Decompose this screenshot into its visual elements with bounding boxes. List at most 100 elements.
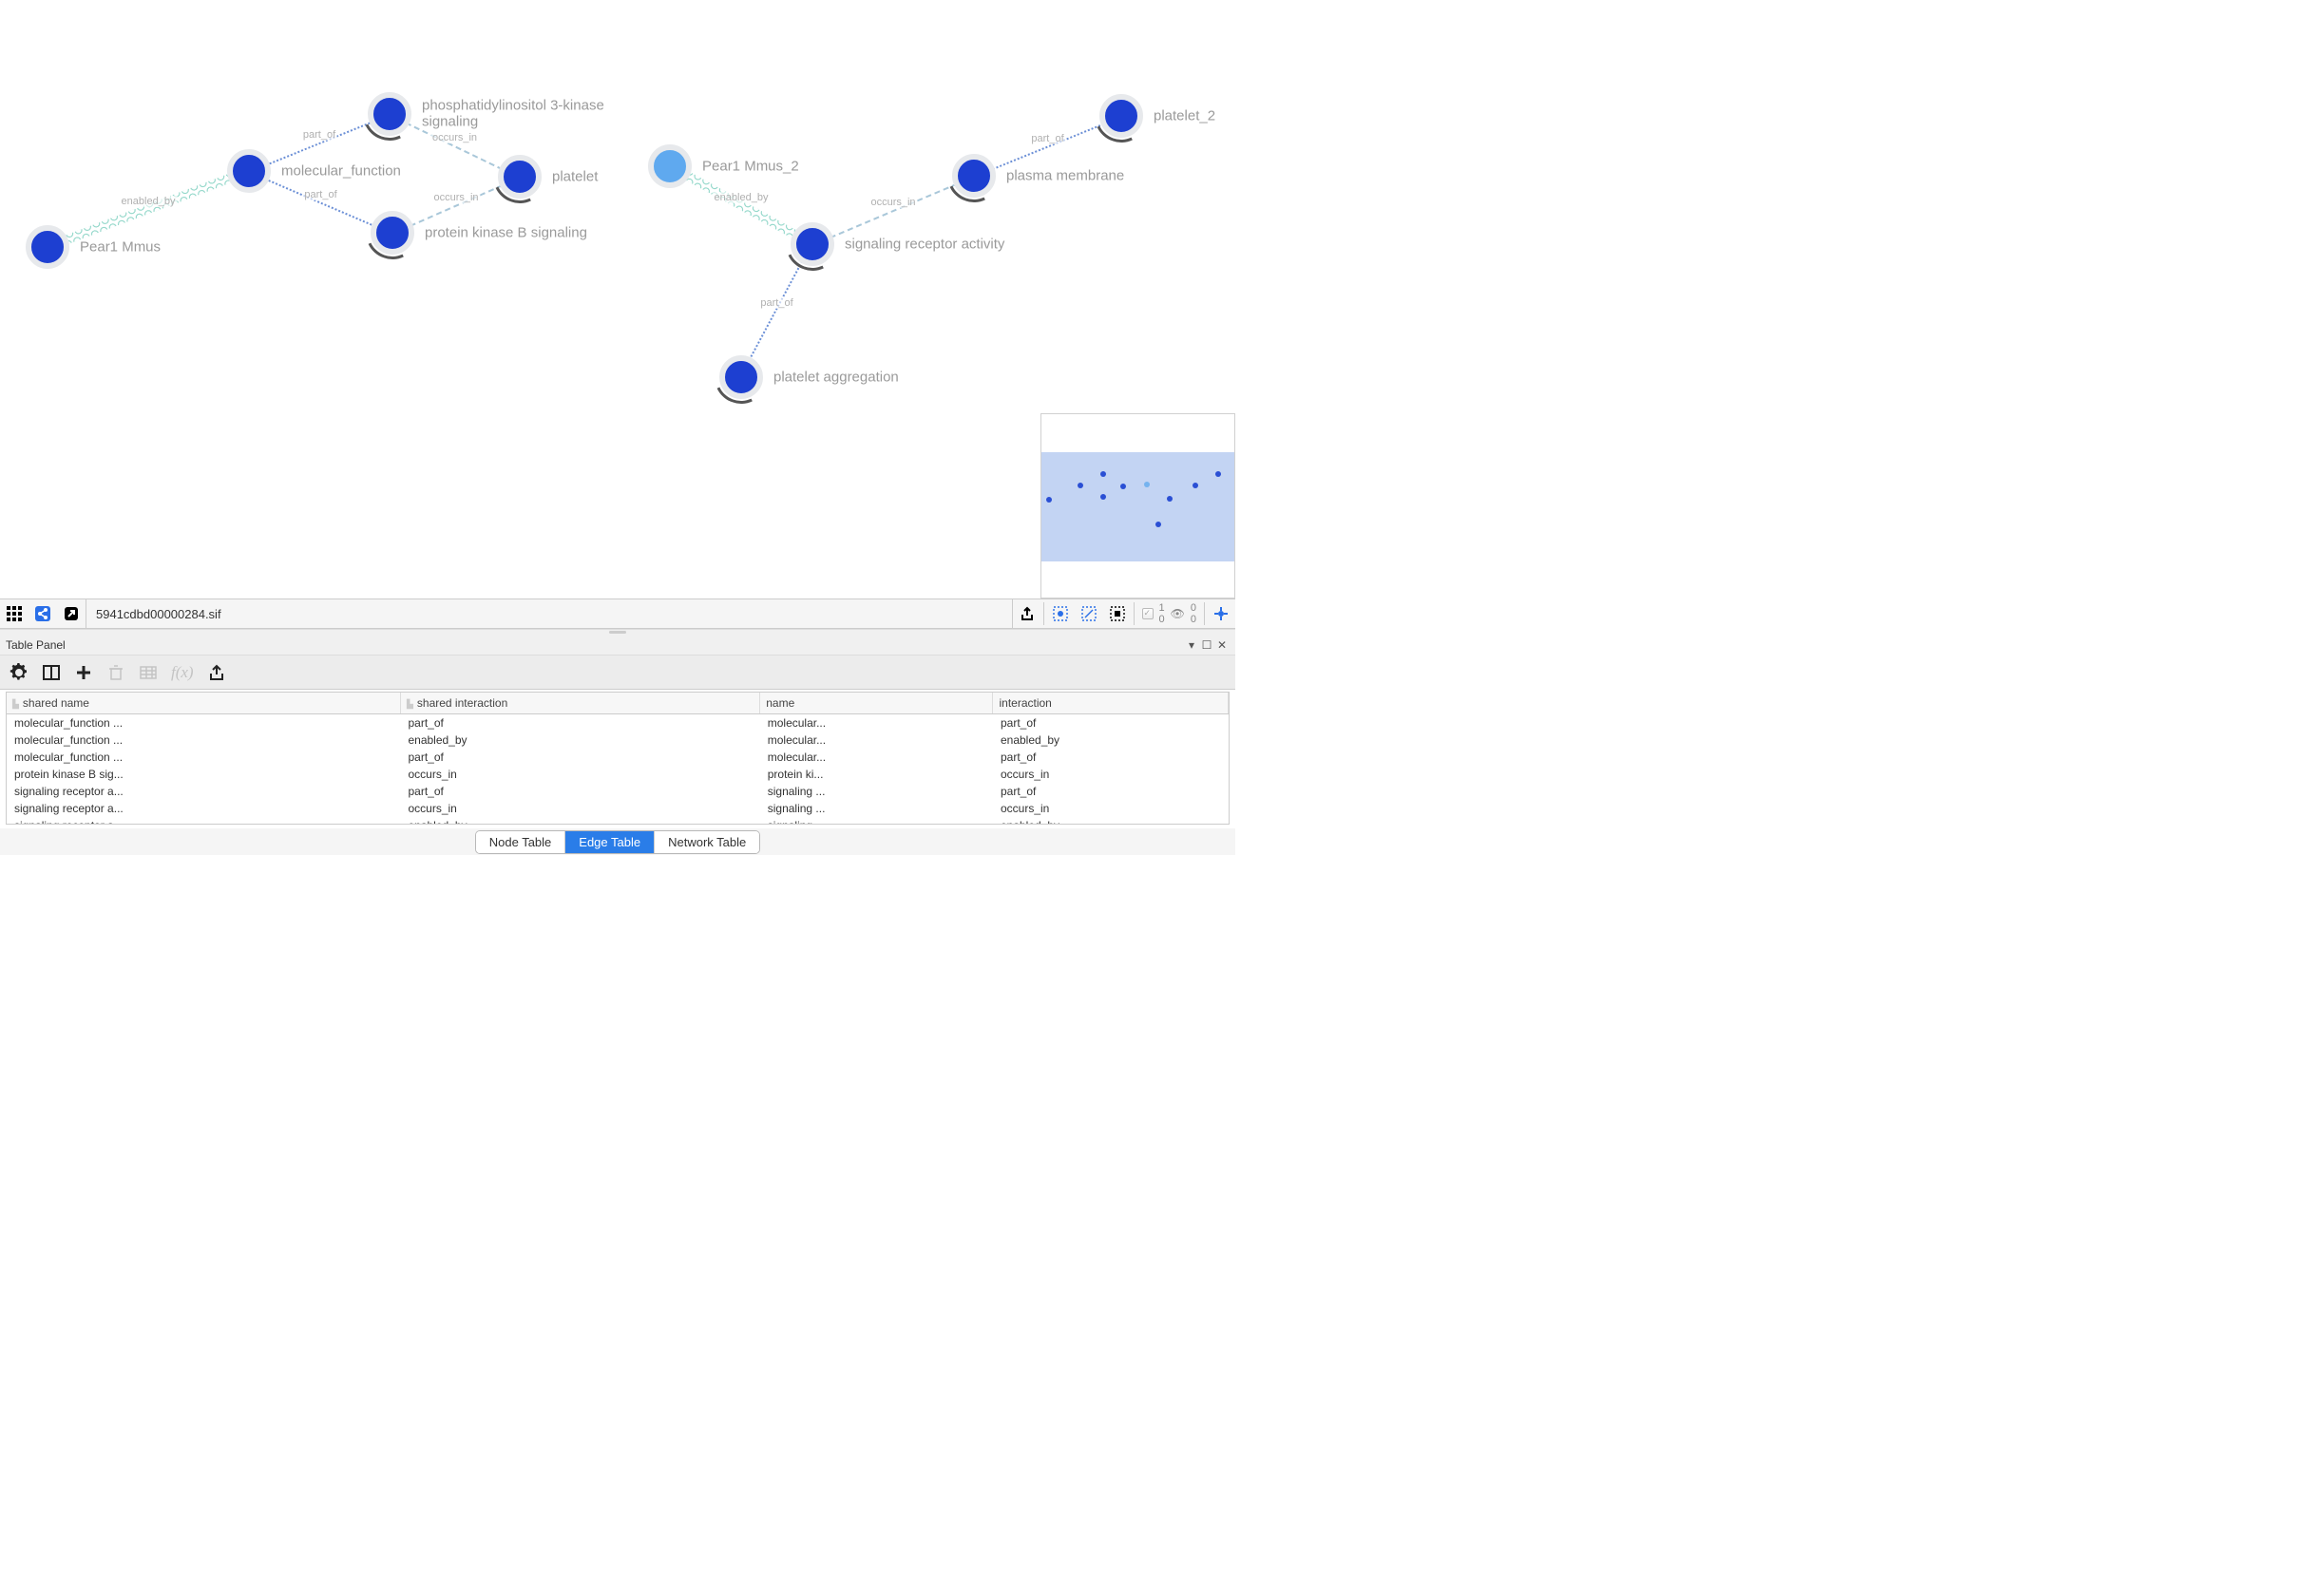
cell: signaling ...	[760, 783, 993, 800]
node-pagg[interactable]	[719, 355, 763, 399]
cell: molecular...	[760, 714, 993, 732]
export-icon[interactable]	[1013, 599, 1041, 628]
trash-icon	[106, 663, 125, 682]
cell: part_of	[993, 783, 1229, 800]
cell: molecular...	[760, 732, 993, 749]
minimap-dot	[1100, 471, 1106, 477]
maximize-icon[interactable]: ☐	[1199, 638, 1214, 652]
cell: signaling receptor a...	[7, 800, 400, 817]
cell: occurs_in	[993, 766, 1229, 783]
node-plat2[interactable]	[1099, 94, 1143, 138]
network-name: 5941cdbd00000284.sif	[86, 599, 1013, 628]
col-name[interactable]: name	[760, 693, 993, 714]
columns-icon[interactable]	[42, 663, 61, 682]
function-icon: f(x)	[171, 663, 194, 682]
cell: part_of	[993, 714, 1229, 732]
edge-label: part_of	[1029, 133, 1065, 144]
minimap-dot	[1167, 496, 1173, 502]
minimap-dot	[1144, 482, 1150, 487]
col-shared-interaction[interactable]: ▙shared interaction	[400, 693, 759, 714]
table-row[interactable]: molecular_function ...part_ofmolecular..…	[7, 714, 1229, 732]
table-row[interactable]: molecular_function ...part_ofmolecular..…	[7, 749, 1229, 766]
table-row[interactable]: signaling receptor a... part_ofsignaling …	[7, 783, 1229, 800]
node-label-molfn: molecular_function	[281, 163, 401, 180]
cell: molecular_function ...	[7, 749, 400, 766]
select-edges-icon[interactable]	[1075, 599, 1103, 628]
cell: enabled_by	[993, 817, 1229, 825]
cell: enabled_by	[400, 732, 759, 749]
cell: part_of	[400, 749, 759, 766]
minimap-dot	[1193, 483, 1198, 488]
network-canvas[interactable]: Pear1 Mmus molecular_function phosphatidyl…	[0, 0, 1235, 598]
node-label-plat2: platelet_2	[1154, 108, 1215, 124]
cell: part_of	[400, 714, 759, 732]
select-annotations-icon[interactable]	[1103, 599, 1132, 628]
node-sigrec[interactable]	[791, 222, 834, 266]
edge-table[interactable]: ▙shared name▙shared interactionnameinter…	[6, 692, 1230, 825]
checkbox-icon	[1142, 608, 1154, 619]
edge-label: occurs_in	[868, 197, 917, 208]
tab-node-table[interactable]: Node Table	[476, 831, 566, 853]
close-icon[interactable]: ✕	[1214, 638, 1230, 652]
panel-title: Table Panel	[6, 638, 66, 652]
minimap-viewport[interactable]	[1041, 452, 1234, 561]
select-nodes-icon[interactable]	[1046, 599, 1075, 628]
node-label-pi3k: phosphatidylinositol 3-kinase signaling	[422, 99, 631, 130]
minimap-dot	[1100, 494, 1106, 500]
node-label-pear12: Pear1 Mmus_2	[702, 159, 799, 175]
tab-network-table[interactable]: Network Table	[655, 831, 759, 853]
table-row[interactable]: signaling receptor a...occurs_insignalin…	[7, 800, 1229, 817]
node-pear12[interactable]	[648, 144, 692, 188]
node-label-pear1: Pear1 Mmus	[80, 239, 161, 256]
node-label-plasma: plasma membrane	[1006, 168, 1124, 184]
network-toolbar: 5941cdbd00000284.sif 10 👁 00	[0, 598, 1235, 629]
cell: signaling receptor a...	[7, 783, 400, 800]
popout-icon[interactable]	[57, 599, 86, 628]
edge-label: enabled_by	[713, 192, 771, 203]
node-pear1[interactable]	[26, 225, 69, 269]
table-row[interactable]: protein kinase B sig...occurs_inprotein …	[7, 766, 1229, 783]
table-row[interactable]: molecular_function ...enabled_bymolecula…	[7, 732, 1229, 749]
gear-icon[interactable]	[10, 663, 29, 682]
tab-edge-table[interactable]: Edge Table	[565, 831, 655, 853]
fit-view-icon[interactable]	[1207, 599, 1235, 628]
grid-icon[interactable]	[0, 599, 29, 628]
cell: molecular_function ...	[7, 714, 400, 732]
export-table-icon[interactable]	[207, 663, 226, 682]
minimize-icon[interactable]: ▾	[1184, 638, 1199, 652]
selection-stats: 10 👁 00	[1136, 602, 1202, 625]
node-pkb[interactable]	[371, 211, 414, 255]
minimap-dot	[1078, 483, 1083, 488]
cell: protein kinase B sig...	[7, 766, 400, 783]
cell: part_of	[993, 749, 1229, 766]
col-shared-name[interactable]: ▙shared name	[7, 693, 400, 714]
share-icon[interactable]	[29, 599, 57, 628]
node-pi3k[interactable]	[368, 92, 411, 136]
cell: signaling receptor a...	[7, 817, 400, 825]
node-label-plat: platelet	[552, 169, 598, 185]
table-tabs: Node Table Edge Table Network Table	[0, 828, 1235, 855]
edge-label: occurs_in	[431, 192, 480, 203]
table-icon	[139, 663, 158, 682]
add-icon[interactable]	[74, 663, 93, 682]
minimap[interactable]	[1040, 413, 1235, 598]
col-interaction[interactable]: interaction	[993, 693, 1229, 714]
cell: occurs_in	[400, 766, 759, 783]
node-plat[interactable]	[498, 155, 542, 199]
cell: molecular...	[760, 749, 993, 766]
table-row[interactable]: signaling receptor a...enabled_bysignali…	[7, 817, 1229, 825]
edge-label: enabled_by	[120, 196, 178, 207]
node-molfn[interactable]	[227, 149, 271, 193]
cell: occurs_in	[993, 800, 1229, 817]
cell: enabled_by	[400, 817, 759, 825]
cell: enabled_by	[993, 732, 1229, 749]
node-plasma[interactable]	[952, 154, 996, 198]
cell: signaling ...	[760, 800, 993, 817]
cell: molecular_function ...	[7, 732, 400, 749]
edge-label: occurs_in	[430, 132, 479, 143]
minimap-dot	[1215, 471, 1221, 477]
cell: occurs_in	[400, 800, 759, 817]
minimap-dot	[1046, 497, 1052, 503]
node-label-pagg: platelet aggregation	[773, 370, 899, 386]
edge-label: part_of	[758, 297, 794, 309]
